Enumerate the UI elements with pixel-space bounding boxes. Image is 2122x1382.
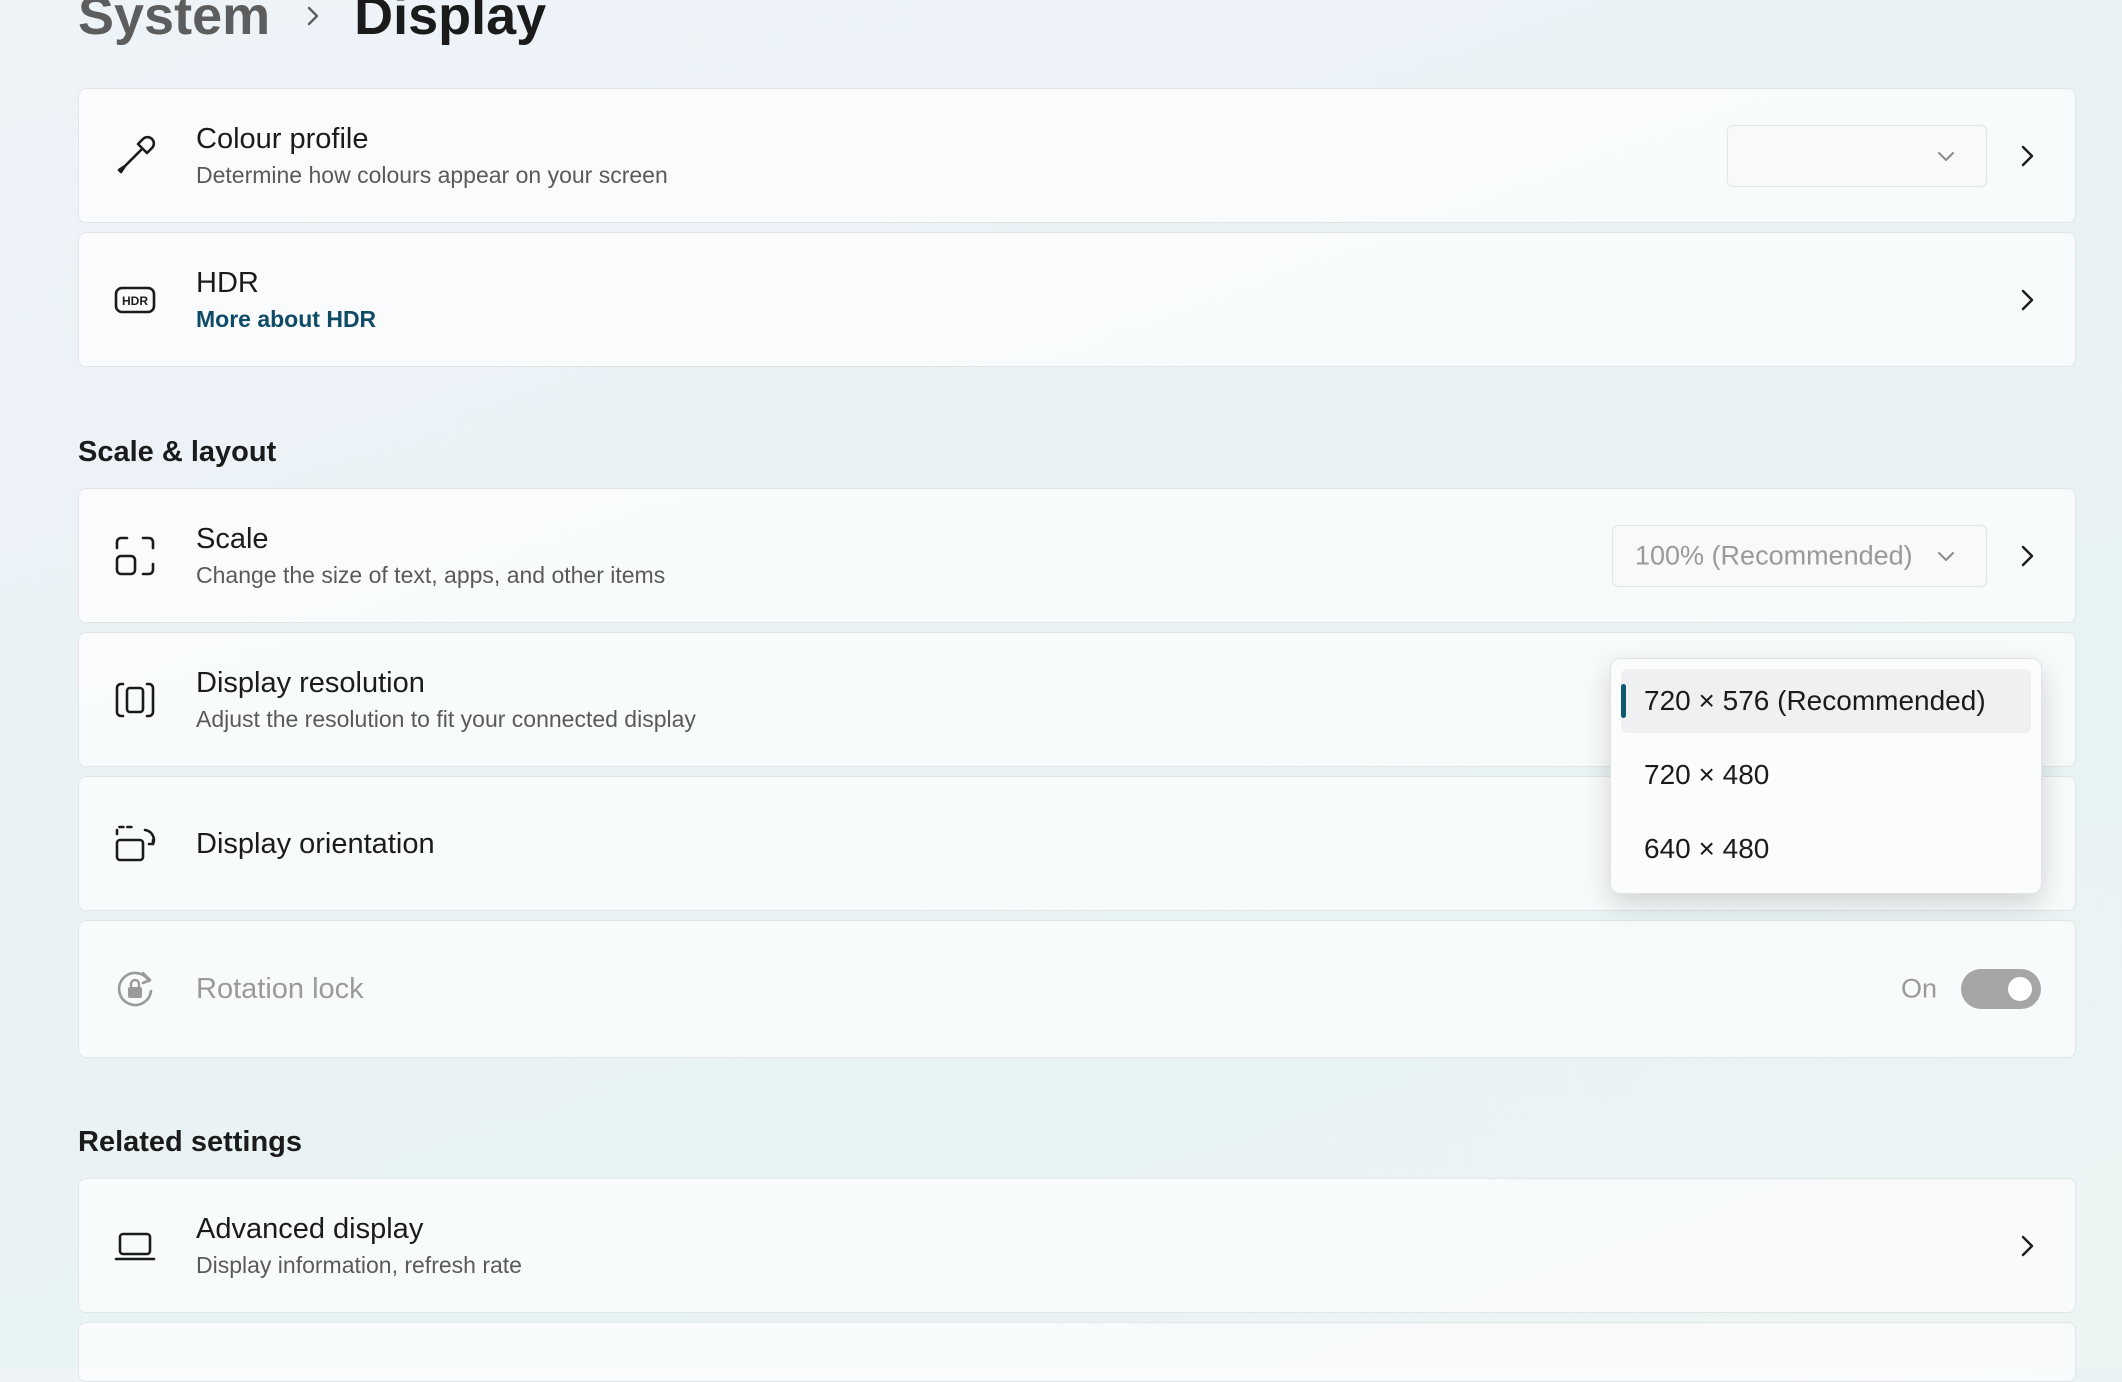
resolution-icon: [113, 678, 157, 722]
scale-combobox[interactable]: 100% (Recommended): [1612, 524, 1987, 587]
chevron-right-icon: [2015, 1234, 2039, 1258]
orientation-icon: [113, 822, 157, 866]
scale-subtitle: Change the size of text, apps, and other…: [196, 561, 666, 588]
resolution-option[interactable]: 720 × 480: [1621, 743, 2031, 807]
eyedropper-icon: [113, 134, 157, 178]
breadcrumb: System Display: [78, 0, 546, 56]
page-title: Display: [354, 0, 547, 46]
rotation-lock-card: Rotation lock On: [78, 920, 2076, 1058]
colour-profile-subtitle: Determine how colours appear on your scr…: [196, 161, 668, 188]
section-title-scale-layout: Scale & layout: [78, 436, 277, 468]
breadcrumb-chevron-icon: [302, 5, 324, 27]
svg-text:HDR: HDR: [122, 294, 148, 308]
display-resolution-subtitle: Adjust the resolution to fit your connec…: [196, 705, 696, 732]
colour-profile-title: Colour profile: [196, 122, 369, 155]
scale-title: Scale: [196, 522, 269, 555]
chevron-right-icon: [2015, 144, 2039, 168]
next-settings-card[interactable]: [78, 1322, 2076, 1382]
scale-icon: [113, 534, 157, 578]
resolution-option-label: 720 × 480: [1644, 759, 1770, 790]
resolution-dropdown-list: 720 × 576 (Recommended) 720 × 480 640 × …: [1610, 658, 2042, 894]
rotation-lock-state-label: On: [1900, 973, 1937, 1004]
display-orientation-title: Display orientation: [196, 827, 435, 860]
chevron-down-icon: [1936, 146, 1956, 166]
rotation-lock-toggle[interactable]: [1961, 969, 2041, 1009]
rotation-lock-title: Rotation lock: [196, 973, 364, 1005]
rotation-lock-icon: [113, 967, 157, 1011]
breadcrumb-system[interactable]: System: [78, 0, 270, 47]
hdr-title: HDR: [196, 266, 259, 299]
resolution-option-label: 640 × 480: [1644, 833, 1770, 864]
more-about-hdr-link[interactable]: More about HDR: [196, 303, 376, 335]
laptop-icon: [113, 1224, 157, 1268]
resolution-option-label: 720 × 576 (Recommended): [1644, 685, 1986, 716]
selection-indicator: [1621, 684, 1626, 718]
chevron-right-icon: [2015, 544, 2039, 568]
advanced-display-card[interactable]: Advanced display Display information, re…: [78, 1178, 2076, 1313]
chevron-right-icon: [2015, 288, 2039, 312]
advanced-display-subtitle: Display information, refresh rate: [196, 1251, 522, 1278]
display-resolution-title: Display resolution: [196, 666, 425, 699]
chevron-down-icon: [1936, 546, 1956, 566]
colour-profile-combobox[interactable]: [1727, 124, 1987, 187]
hdr-icon: HDR: [113, 278, 157, 322]
resolution-option[interactable]: 720 × 576 (Recommended): [1621, 669, 2031, 733]
resolution-option[interactable]: 640 × 480: [1621, 817, 2031, 881]
colour-profile-card[interactable]: Colour profile Determine how colours app…: [78, 88, 2076, 223]
scale-card[interactable]: Scale Change the size of text, apps, and…: [78, 488, 2076, 623]
toggle-knob: [2008, 977, 2032, 1001]
scale-value: 100% (Recommended): [1635, 540, 1913, 570]
hdr-card[interactable]: HDR HDR More about HDR: [78, 232, 2076, 367]
advanced-display-title: Advanced display: [196, 1212, 424, 1245]
section-title-related-settings: Related settings: [78, 1126, 302, 1158]
